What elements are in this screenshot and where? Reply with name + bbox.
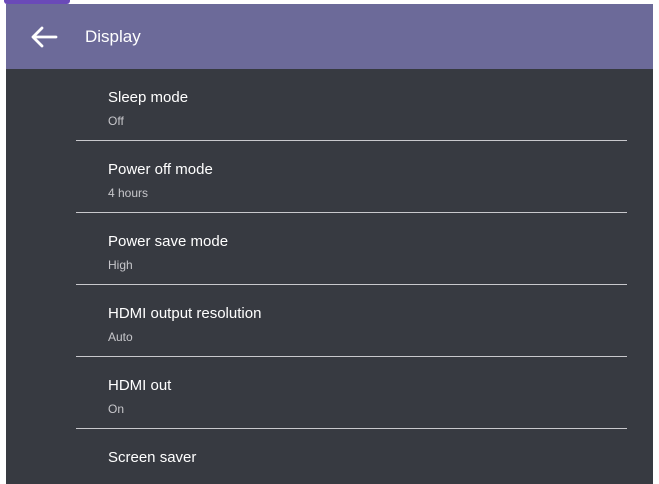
setting-value: 4 hours <box>108 186 149 200</box>
page-title: Display <box>85 27 141 46</box>
setting-label: HDMI output resolution <box>108 305 262 322</box>
setting-label: Sleep mode <box>108 89 189 106</box>
arrow-left-icon <box>31 26 58 48</box>
setting-hdmi-out[interactable]: HDMI out On <box>76 357 627 429</box>
setting-hdmi-output-resolution[interactable]: HDMI output resolution Auto <box>76 285 627 357</box>
setting-power-save-mode[interactable]: Power save mode High <box>76 213 627 285</box>
settings-list: Sleep mode Off Power off mode 4 hours Po… <box>6 69 653 484</box>
setting-value: Auto <box>108 330 133 344</box>
app-header: Display <box>6 4 653 69</box>
setting-value: On <box>108 402 125 416</box>
setting-label: HDMI out <box>108 377 172 394</box>
setting-label: Screen saver <box>108 449 197 466</box>
setting-sleep-mode[interactable]: Sleep mode Off <box>76 69 627 141</box>
setting-value: High <box>108 258 133 272</box>
setting-label: Power off mode <box>108 161 213 178</box>
back-button[interactable] <box>26 21 62 53</box>
setting-label: Power save mode <box>108 233 229 250</box>
setting-value: Off <box>108 114 124 128</box>
setting-screen-saver[interactable]: Screen saver <box>76 429 627 484</box>
display-settings-screen: Display Sleep mode Off Power off mode 4 … <box>6 4 653 484</box>
setting-power-off-mode[interactable]: Power off mode 4 hours <box>76 141 627 213</box>
